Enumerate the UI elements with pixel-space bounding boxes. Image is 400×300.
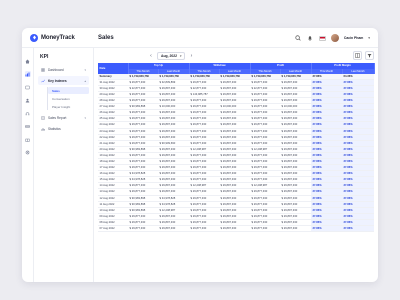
sidebar-item-statistics[interactable]: Statistics [38, 124, 89, 133]
top-actions: Cacin Pham ▾ [295, 28, 370, 48]
grid-icon [41, 67, 45, 72]
logo-icon [30, 33, 38, 42]
profit-margin-cell: 37.86% [342, 225, 375, 233]
brand[interactable]: MoneyTrack [22, 28, 94, 48]
sidebar-item-label: Statistics [48, 126, 61, 131]
month-selector[interactable]: Aug, 2022 ▾ [157, 51, 186, 60]
avatar[interactable] [330, 34, 339, 42]
row-date: 07 Aug 2022 [98, 225, 128, 233]
value-cell: $ 29,897,330 [158, 225, 189, 233]
sidebar-item-dashboard[interactable]: Dashboard ▾ [38, 65, 89, 74]
sidebar-item-label: Sales Report [48, 115, 67, 120]
user-name[interactable]: Cacin Pham [344, 36, 363, 40]
chevron-down-icon: ▾ [180, 53, 182, 58]
value-cell: $ 29,897,330 [280, 225, 312, 233]
value-cell: $ 29,877,330 [189, 225, 219, 233]
icon-rail [22, 48, 34, 282]
app-window: MoneyTrack Sales Cacin Pham ▾ KPI Dashbo… [22, 28, 378, 282]
filter-icon[interactable] [365, 51, 374, 60]
sidebar-item-key-indexes[interactable]: Key Indexes ▴ [38, 76, 89, 85]
app-name: MoneyTrack [41, 34, 75, 41]
table-tools [353, 51, 374, 60]
value-cell: $ 29,897,330 [219, 225, 251, 233]
chevron-down-icon: ▾ [84, 115, 86, 120]
next-month-icon[interactable]: › [188, 53, 194, 59]
submenu-item-player-insight[interactable]: Player Insight [48, 103, 89, 110]
home-icon[interactable] [25, 58, 31, 64]
settings-icon[interactable] [25, 149, 31, 155]
sidebar: KPI Dashboard ▾ Key Indexes ▴ Sales Conv… [34, 48, 94, 282]
report-icon [41, 115, 45, 120]
main-content: ‹ Aug, 2022 ▾ › Date Top Up Withdraw Pro… [94, 48, 378, 282]
bell-icon[interactable] [307, 35, 314, 42]
search-icon[interactable] [295, 35, 302, 42]
sidebar-title: KPI [40, 54, 49, 60]
columns-icon[interactable] [353, 51, 362, 60]
submenu-item-conversation[interactable]: Conversation [48, 95, 89, 102]
sales-table: Date Top Up Withdraw Profit Profit Margi… [98, 63, 375, 233]
gift-icon[interactable] [25, 136, 31, 142]
key-indexes-submenu: Sales Conversation Player Insight [47, 87, 89, 110]
value-cell: $ 29,877,330 [250, 225, 281, 233]
headset-icon[interactable] [25, 110, 31, 116]
page-title: Sales [98, 34, 114, 41]
sidebar-item-sales-report[interactable]: Sales Report ▾ [38, 113, 89, 122]
chevron-down-icon: ▾ [84, 67, 86, 72]
toolbar: ‹ Aug, 2022 ▾ › [98, 48, 374, 63]
chevron-up-icon: ▴ [84, 78, 86, 83]
stats-icon [41, 127, 45, 131]
chart-icon [41, 79, 45, 82]
top-bar: MoneyTrack Sales Cacin Pham ▾ [22, 28, 378, 48]
prev-month-icon[interactable]: ‹ [148, 53, 154, 59]
wallet-icon[interactable] [25, 84, 31, 90]
card-icon[interactable] [25, 123, 31, 129]
sidebar-item-label: Dashboard [48, 67, 64, 72]
kpi-icon[interactable] [24, 71, 31, 77]
month-selector-value: Aug, 2022 [161, 53, 178, 58]
profit-margin-cell: 37.86% [311, 225, 343, 233]
submenu-item-sales[interactable]: Sales [48, 87, 89, 94]
language-flag-icon[interactable] [318, 35, 326, 41]
chevron-down-icon[interactable]: ▾ [368, 36, 370, 40]
users-icon[interactable] [25, 97, 31, 103]
column-header-date[interactable]: Date [98, 63, 129, 74]
sidebar-item-label: Key Indexes [48, 78, 67, 83]
value-cell: $ 29,877,330 [128, 225, 158, 233]
table-row[interactable]: 07 Aug 2022 $ 29,877,330 $ 29,897,330 $ 29,… [98, 225, 375, 233]
